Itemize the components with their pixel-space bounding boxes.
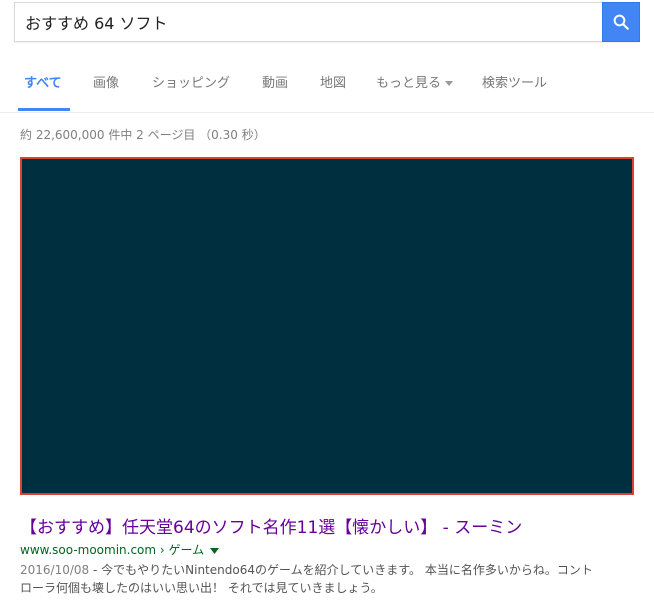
media-placeholder[interactable] (20, 157, 634, 495)
chevron-down-icon (445, 81, 454, 86)
search-tabs: すべて 画像 ショッピング 動画 地図 もっと見る 検索ツール (0, 62, 654, 113)
tab-videos[interactable]: 動画 (262, 72, 288, 91)
tab-more[interactable]: もっと見る (376, 72, 454, 91)
search-icon (613, 14, 629, 30)
snippet-line-2: ローラ何個も壊したのはいい思い出！ それでは見ていきましょう。 (20, 581, 383, 595)
tab-shopping[interactable]: ショッピング (152, 72, 230, 91)
chevron-down-icon[interactable] (210, 547, 220, 554)
tab-more-label: もっと見る (376, 76, 442, 91)
active-tab-indicator (18, 108, 70, 111)
result-date: 2016/10/08 (20, 563, 90, 577)
tab-search-tools[interactable]: 検索ツール (482, 72, 547, 91)
result-stats: 約 22,600,000 件中 2 ページ目 （0.30 秒） (20, 128, 266, 142)
tab-maps[interactable]: 地図 (320, 72, 346, 91)
result-title-link[interactable]: 【おすすめ】任天堂64のソフト名作11選【懐かしい】 - スーミン (20, 513, 522, 538)
result-url-text: www.soo-moomin.com › ゲーム (20, 543, 205, 557)
snippet-text-1: - 今でもやりたいNintendo64のゲームを紹介していきます。 本当に名作多… (89, 563, 593, 577)
result-url: www.soo-moomin.com › ゲーム (20, 541, 220, 558)
result-snippet: 2016/10/08 - 今でもやりたいNintendo64のゲームを紹介してい… (20, 561, 640, 597)
tab-all[interactable]: すべて (24, 72, 62, 91)
search-bar (14, 2, 640, 42)
search-input[interactable] (15, 3, 603, 41)
snippet-line-1: 2016/10/08 - 今でもやりたいNintendo64のゲームを紹介してい… (20, 561, 640, 579)
search-button[interactable] (602, 2, 640, 42)
tab-images[interactable]: 画像 (93, 72, 119, 91)
